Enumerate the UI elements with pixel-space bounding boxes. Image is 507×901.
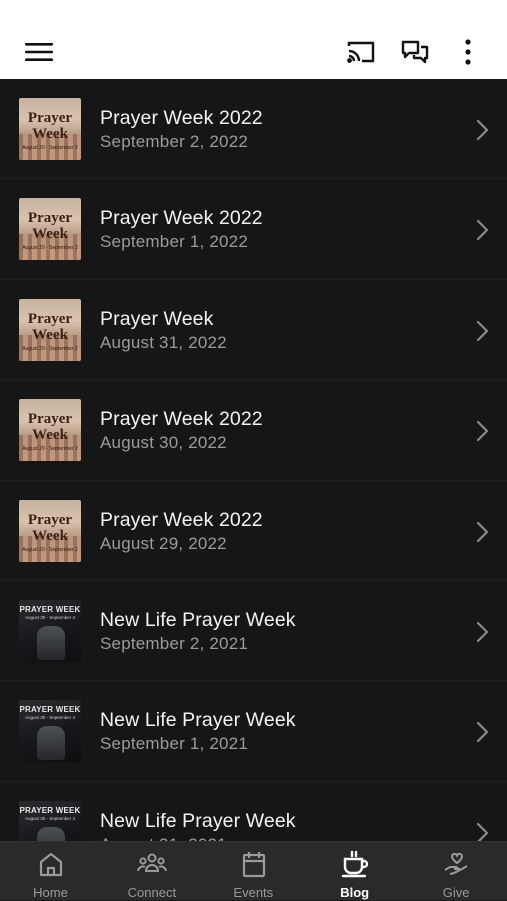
blog-post-row[interactable]: PRAYER WEEK August 30 - September 3 New …	[0, 580, 507, 682]
post-title: New Life Prayer Week	[100, 709, 296, 732]
thumbnail-title-line2: Week	[32, 126, 68, 142]
hamburger-icon[interactable]	[22, 35, 56, 69]
post-thumbnail: Prayer Week August 29 - September 2	[19, 98, 81, 160]
tab-label: Give	[442, 885, 470, 900]
chevron-right-icon	[475, 621, 489, 643]
post-thumbnail: PRAYER WEEK August 30 - September 3	[19, 700, 81, 763]
tab-give[interactable]: Give	[406, 842, 507, 901]
post-date: August 31, 2022	[100, 332, 227, 352]
thumbnail-title-line2: Week	[32, 226, 68, 243]
tab-label: Home	[33, 885, 68, 900]
thumbnail-date-range: August 29 - September 2	[22, 245, 78, 252]
thumbnail-title-line1: Prayer	[27, 411, 73, 428]
thumbnail-title-line2: Week	[32, 527, 68, 544]
thumbnail-title-line1: Prayer	[27, 110, 73, 126]
chevron-right-icon	[475, 521, 489, 543]
thumbnail-title-line1: Prayer	[27, 511, 73, 528]
tab-label: Events	[233, 885, 274, 900]
blog-post-row[interactable]: Prayer Week August 29 - September 2 Pray…	[0, 480, 507, 581]
post-thumbnail: Prayer Week August 29 - September 2	[19, 499, 81, 562]
thumbnail-title-line1: Prayer	[27, 310, 73, 327]
chevron-right-icon	[475, 320, 489, 342]
blog-post-row[interactable]: PRAYER WEEK August 30 - September 3 New …	[0, 681, 507, 782]
thumbnail-title-line2: Week	[32, 427, 68, 444]
thumbnail-title-line2: Week	[32, 326, 68, 343]
post-thumbnail: PRAYER WEEK August 30 - September 3	[19, 800, 81, 841]
post-title: Prayer Week 2022	[100, 107, 263, 129]
thumbnail-date-range: August 30 - September 3	[24, 815, 76, 821]
thumbnail-date-range: August 29 - September 2	[22, 145, 78, 151]
chat-icon[interactable]	[398, 35, 432, 69]
app-bar	[0, 24, 507, 79]
chevron-right-icon	[475, 721, 489, 743]
thumbnail-date-range: August 29 - September 2	[22, 345, 78, 352]
post-date: August 29, 2022	[100, 533, 227, 553]
blog-post-row[interactable]: PRAYER WEEK August 30 - September 3 New …	[0, 781, 507, 841]
cast-icon[interactable]	[344, 35, 378, 69]
giving-hand-icon	[442, 850, 472, 878]
tab-events[interactable]: Events	[203, 842, 304, 901]
chevron-right-icon	[475, 219, 489, 241]
blog-post-row[interactable]: Prayer Week August 29 - September 2 Pray…	[0, 179, 507, 280]
tab-label: Connect	[127, 885, 177, 900]
status-bar	[0, 0, 507, 24]
post-date: September 1, 2021	[100, 734, 248, 754]
blog-post-row[interactable]: Prayer Week August 29 - September 2 Pray…	[0, 79, 507, 180]
chevron-right-icon	[475, 119, 489, 141]
thumbnail-title: PRAYER WEEK	[19, 705, 81, 715]
more-vert-icon[interactable]	[451, 35, 485, 69]
post-thumbnail: Prayer Week August 29 - September 2	[19, 198, 81, 261]
tab-label: Blog	[340, 885, 370, 900]
blog-post-row[interactable]: Prayer Week August 29 - September 2 Pray…	[0, 279, 507, 381]
post-thumbnail: Prayer Week August 29 - September 2	[19, 399, 81, 462]
post-title: New Life Prayer Week	[100, 608, 296, 631]
post-date: August 30, 2022	[100, 433, 227, 453]
post-date: September 2, 2022	[100, 132, 248, 151]
post-title: Prayer Week 2022	[100, 408, 263, 431]
thumbnail-date-range: August 30 - September 3	[24, 715, 76, 721]
home-icon	[36, 850, 66, 878]
praying-hands-image	[37, 625, 65, 660]
post-title: Prayer Week 2022	[100, 207, 263, 230]
post-title: Prayer Week	[100, 307, 214, 330]
praying-hands-image	[37, 726, 65, 761]
post-title: Prayer Week 2022	[100, 508, 263, 531]
coffee-cup-icon	[340, 850, 370, 878]
calendar-icon	[239, 850, 269, 878]
thumbnail-date-range: August 29 - September 2	[22, 546, 78, 553]
people-icon	[137, 850, 168, 878]
thumbnail-title: PRAYER WEEK	[19, 604, 81, 614]
thumbnail-title-line1: Prayer	[27, 210, 73, 227]
blog-post-list: Prayer Week August 29 - September 2 Pray…	[0, 79, 507, 841]
post-date: September 2, 2021	[100, 633, 248, 653]
thumbnail-title: PRAYER WEEK	[19, 805, 81, 815]
chevron-right-icon	[475, 822, 489, 841]
bottom-tab-bar: Home Connect Events Blog Give	[0, 841, 507, 900]
post-title: New Life Prayer Week	[100, 809, 296, 832]
tab-home[interactable]: Home	[0, 842, 101, 901]
tab-blog[interactable]: Blog	[304, 842, 405, 901]
blog-post-row[interactable]: Prayer Week August 29 - September 2 Pray…	[0, 380, 507, 481]
praying-hands-image	[37, 826, 65, 841]
post-thumbnail: PRAYER WEEK August 30 - September 3	[19, 599, 81, 662]
post-date: September 1, 2022	[100, 232, 248, 252]
tab-connect[interactable]: Connect	[101, 842, 202, 901]
thumbnail-date-range: August 30 - September 3	[24, 614, 76, 620]
thumbnail-date-range: August 29 - September 2	[22, 446, 78, 453]
post-thumbnail: Prayer Week August 29 - September 2	[19, 298, 81, 361]
chevron-right-icon	[475, 420, 489, 442]
